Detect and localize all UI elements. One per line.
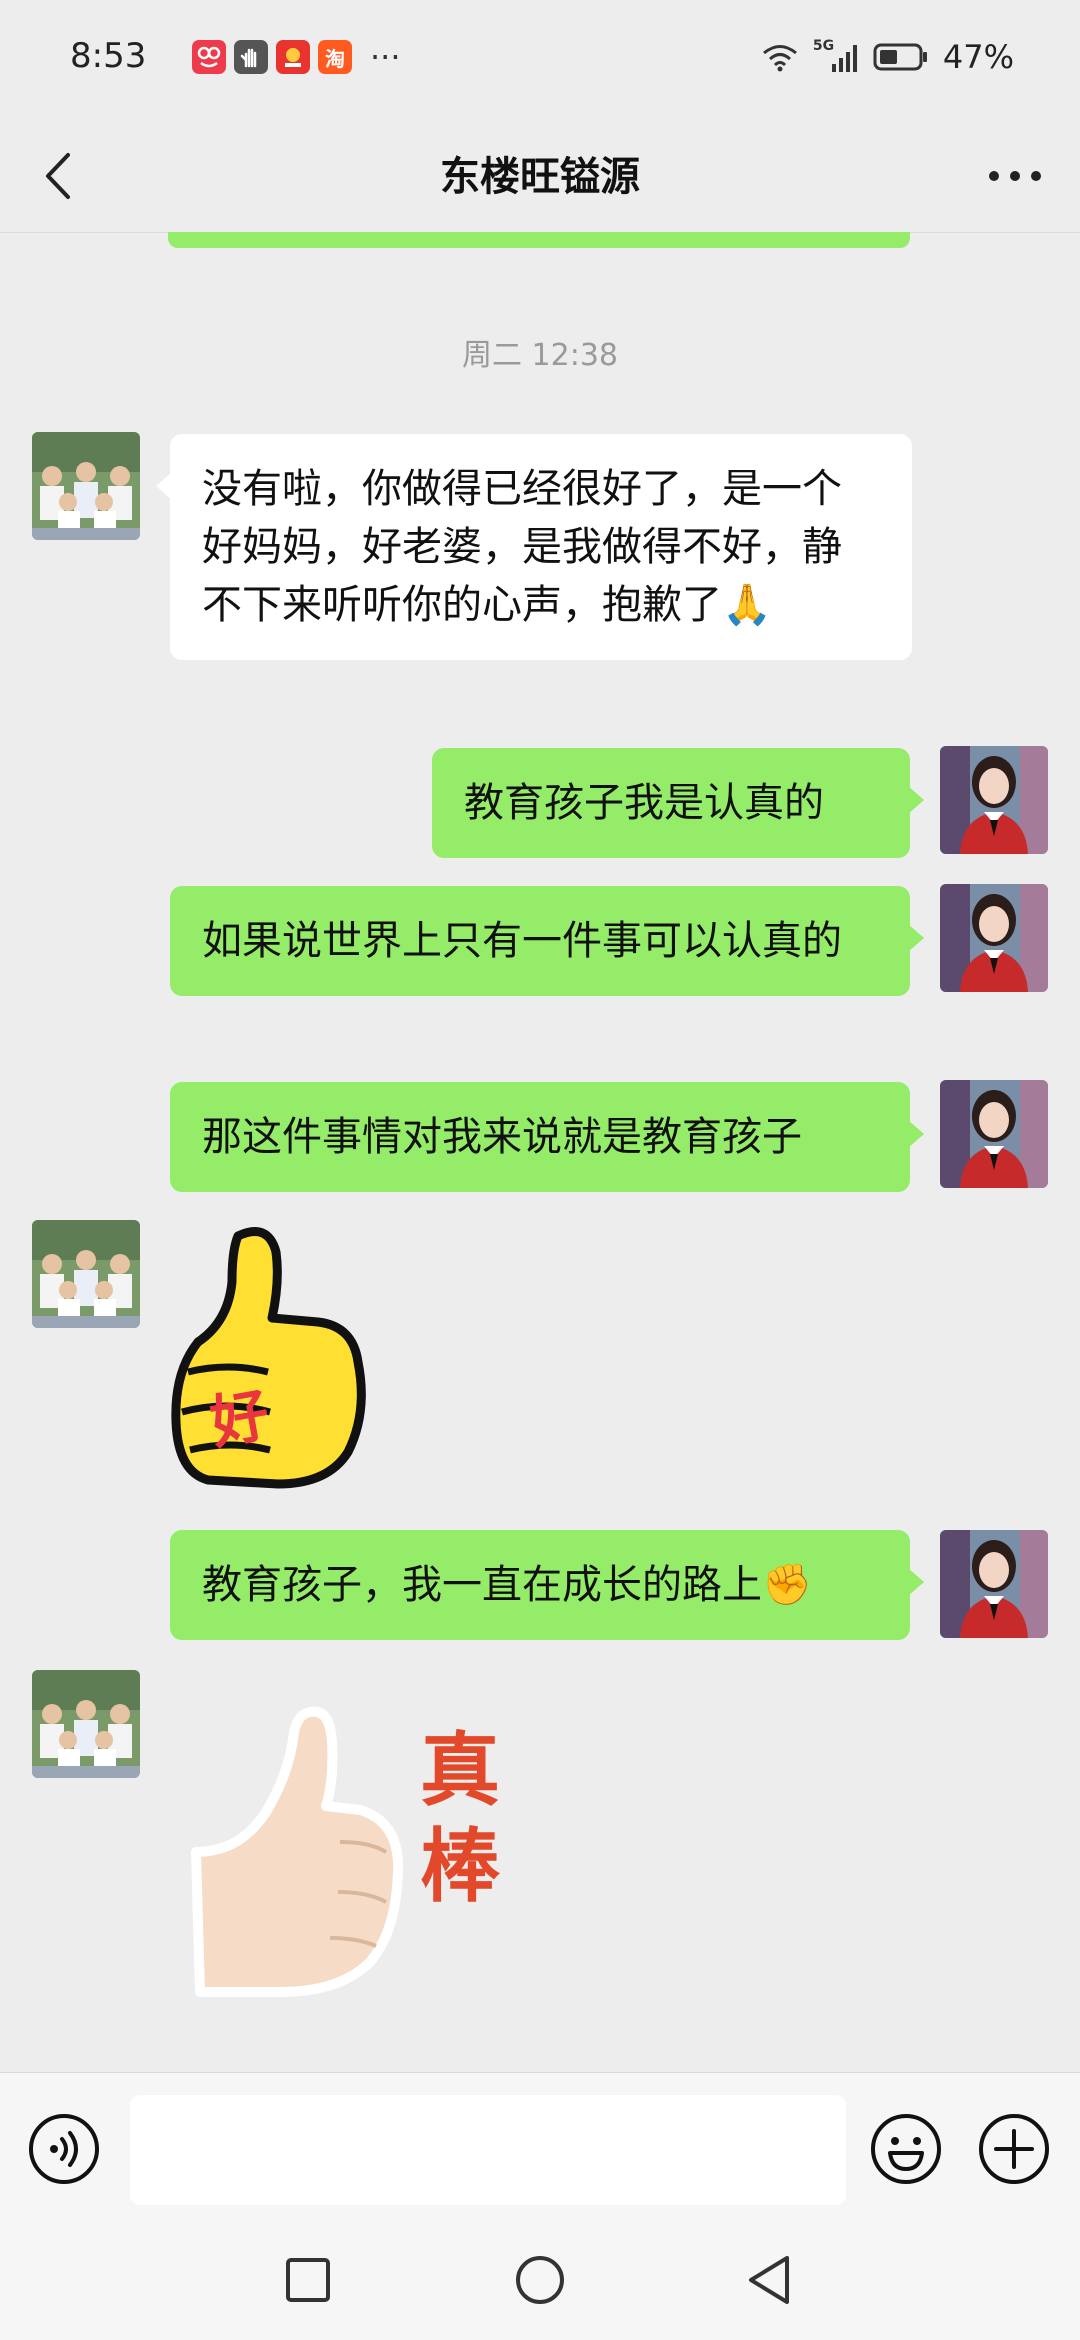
thumbs-up-good-sticker[interactable]: 好 bbox=[168, 1222, 388, 1492]
home-button[interactable] bbox=[510, 2250, 570, 2310]
my-avatar[interactable] bbox=[940, 746, 1048, 854]
more-notifications-icon: ··· bbox=[370, 38, 401, 76]
message-bubble-received[interactable]: 没有啦，你做得已经很好了，是一个好妈妈，好老婆，是我做得不好，静不下来听听你的心… bbox=[156, 434, 912, 660]
plus-icon bbox=[979, 2114, 1049, 2184]
my-avatar[interactable] bbox=[940, 1080, 1048, 1188]
thumbs-up-icon bbox=[171, 1227, 366, 1489]
status-right: 5G 47% bbox=[761, 38, 1014, 76]
status-bar: 8:53 淘 ··· 5G 47% bbox=[0, 0, 1080, 120]
message-input[interactable] bbox=[130, 2095, 846, 2205]
contact-avatar[interactable] bbox=[32, 432, 140, 540]
sticker-caption: 真 棒 bbox=[420, 1723, 500, 1913]
previous-message-bubble[interactable] bbox=[168, 232, 910, 248]
message-bubble-sent[interactable]: 教育孩子，我一直在成长的路上✊ bbox=[170, 1530, 924, 1640]
contact-avatar[interactable] bbox=[32, 1670, 140, 1778]
cellular-signal-icon: 5G bbox=[813, 38, 859, 74]
triangle-back-icon bbox=[749, 2256, 789, 2304]
message-bubble-sent[interactable]: 那这件事情对我来说就是教育孩子 bbox=[170, 1082, 924, 1192]
notification-icons: 淘 ··· bbox=[192, 40, 401, 74]
my-avatar[interactable] bbox=[940, 1530, 1048, 1638]
my-avatar[interactable] bbox=[940, 884, 1048, 992]
hand-app-icon bbox=[234, 40, 268, 74]
emoji-button[interactable] bbox=[870, 2113, 942, 2185]
battery-percent: 47% bbox=[942, 38, 1014, 76]
more-functions-button[interactable] bbox=[978, 2113, 1050, 2185]
pinduoduo-app-icon bbox=[192, 40, 226, 74]
hand-thumbs-up-icon bbox=[191, 1706, 404, 1997]
more-options-button[interactable] bbox=[980, 142, 1050, 210]
taobao-app-icon: 淘 bbox=[318, 40, 352, 74]
recent-apps-button[interactable] bbox=[278, 2250, 338, 2310]
voice-icon bbox=[29, 2114, 99, 2184]
wifi-icon bbox=[762, 45, 797, 72]
chat-title: 东楼旺镒源 bbox=[440, 154, 640, 200]
battery-icon bbox=[873, 43, 927, 71]
circle-icon bbox=[516, 2256, 564, 2304]
more-horizontal-icon bbox=[989, 171, 1041, 181]
system-navigation-bar bbox=[0, 2222, 1080, 2340]
contact-avatar[interactable] bbox=[32, 1220, 140, 1328]
chat-input-bar bbox=[0, 2072, 1080, 2223]
voice-input-button[interactable] bbox=[28, 2113, 100, 2185]
system-back-button[interactable] bbox=[740, 2250, 800, 2310]
square-icon bbox=[286, 2258, 330, 2302]
chat-header: 东楼旺镒源 bbox=[0, 120, 1080, 233]
video-app-icon bbox=[276, 40, 310, 74]
emoji-icon bbox=[871, 2114, 941, 2184]
message-bubble-sent[interactable]: 教育孩子我是认真的 bbox=[432, 748, 924, 858]
message-timestamp: 周二 12:38 bbox=[462, 338, 618, 373]
chat-message-list[interactable]: 周二 12:38 没有啦，你做得已经很好了，是一个好妈妈，好老婆，是我做得不好，… bbox=[0, 232, 1080, 2072]
status-time: 8:53 bbox=[70, 36, 147, 76]
message-bubble-sent[interactable]: 如果说世界上只有一件事可以认真的 bbox=[170, 886, 924, 996]
thumbs-up-great-sticker[interactable]: 真 棒 bbox=[190, 1702, 530, 2002]
